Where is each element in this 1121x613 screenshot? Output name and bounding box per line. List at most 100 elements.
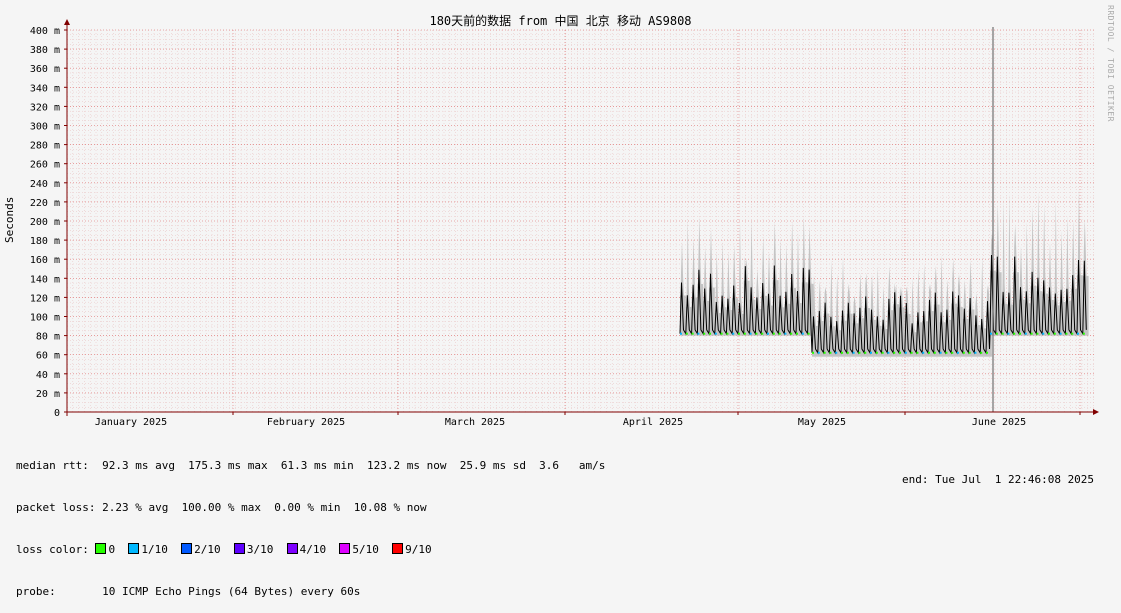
loss-color-text: 5/10 bbox=[352, 543, 393, 556]
loss-marker bbox=[864, 351, 867, 354]
loss-marker bbox=[807, 332, 810, 335]
loss-marker bbox=[846, 351, 849, 354]
loss-marker bbox=[835, 351, 838, 354]
loss-marker bbox=[858, 351, 861, 354]
loss-color-line: loss color: 0 1/10 2/10 3/10 4/10 5/10 9… bbox=[16, 543, 605, 557]
loss-color-swatch bbox=[286, 543, 298, 554]
loss-marker bbox=[974, 351, 977, 354]
y-tick-label: 220 m bbox=[30, 198, 60, 209]
x-tick-label: March 2025 bbox=[445, 417, 505, 428]
loss-marker bbox=[680, 332, 682, 335]
loss-color-text: 3/10 bbox=[246, 543, 287, 556]
packet-loss-line: packet loss: 2.23 % avg 100.00 % max 0.0… bbox=[16, 501, 427, 514]
y-tick-label: 80 m bbox=[36, 332, 60, 343]
y-axis-ticks: 0 20 m 40 m 60 m 80 m 100 m 120 m 140 m 160 m 180… bbox=[30, 26, 67, 419]
y-tick-label: 180 m bbox=[30, 236, 60, 247]
x-axis-arrow bbox=[1093, 409, 1099, 415]
loss-marker bbox=[761, 332, 764, 335]
loss-color-item: 5/10 bbox=[339, 543, 392, 556]
loss-marker bbox=[817, 351, 820, 354]
y-tick-label: 340 m bbox=[30, 83, 60, 94]
loss-marker bbox=[732, 332, 735, 335]
loss-marker bbox=[1019, 332, 1021, 335]
loss-marker bbox=[893, 351, 896, 354]
loss-marker bbox=[995, 332, 998, 335]
y-tick-label: 380 m bbox=[30, 45, 60, 56]
loss-color-swatch bbox=[392, 543, 404, 554]
loss-marker bbox=[685, 332, 688, 335]
y-tick-label: 200 m bbox=[30, 217, 60, 228]
y-tick-label: 0 bbox=[54, 408, 60, 419]
loss-marker bbox=[749, 332, 752, 335]
loss-marker bbox=[904, 351, 907, 354]
loss-color-item: 3/10 bbox=[233, 543, 287, 556]
loss-color-item: 0 bbox=[95, 543, 128, 556]
loss-color-swatch bbox=[181, 543, 193, 554]
loss-marker bbox=[743, 332, 746, 335]
loss-marker bbox=[796, 332, 798, 335]
loss-marker bbox=[881, 351, 884, 354]
loss-marker bbox=[1059, 332, 1062, 335]
y-tick-label: 280 m bbox=[30, 141, 60, 152]
loss-marker bbox=[875, 351, 878, 354]
loss-marker bbox=[899, 351, 901, 354]
x-tick-label: May 2025 bbox=[798, 417, 846, 428]
loss-color-text: 1/10 bbox=[141, 543, 182, 556]
x-tick-label: February 2025 bbox=[267, 417, 345, 428]
loss-marker bbox=[1007, 332, 1010, 335]
y-tick-label: 320 m bbox=[30, 102, 60, 113]
y-tick-label: 240 m bbox=[30, 179, 60, 190]
loss-marker bbox=[990, 332, 992, 335]
loss-marker bbox=[1065, 332, 1068, 335]
loss-marker bbox=[726, 332, 729, 335]
x-tick-label: January 2025 bbox=[95, 417, 167, 428]
loss-marker bbox=[812, 351, 814, 354]
y-tick-label: 60 m bbox=[36, 351, 60, 362]
loss-marker bbox=[703, 332, 706, 335]
loss-marker bbox=[1082, 332, 1085, 335]
probe-line: probe: 10 ICMP Echo Pings (64 Bytes) eve… bbox=[16, 585, 361, 598]
chart-title: 180天前的数据 from 中国 北京 移动 AS9808 bbox=[429, 14, 692, 28]
stats-legend: median rtt: 92.3 ms avg 175.3 ms max 61.… bbox=[16, 431, 605, 613]
loss-marker bbox=[957, 351, 959, 354]
loss-marker bbox=[939, 351, 942, 354]
loss-marker bbox=[714, 332, 717, 335]
loss-marker bbox=[945, 351, 948, 354]
loss-marker bbox=[1030, 332, 1033, 335]
loss-marker bbox=[916, 351, 919, 354]
rrdtool-watermark: RRDTOOL / TOBI OETIKER bbox=[1106, 5, 1115, 122]
y-axis-label: Seconds bbox=[3, 196, 16, 243]
loss-marker bbox=[778, 332, 781, 335]
loss-color-item: 4/10 bbox=[286, 543, 340, 556]
x-tick-label: April 2025 bbox=[623, 417, 683, 428]
loss-color-swatches: 0 1/10 2/10 3/10 4/10 5/10 9/10 bbox=[95, 543, 444, 556]
loss-color-swatch bbox=[128, 543, 140, 554]
loss-color-item: 1/10 bbox=[128, 543, 181, 556]
loss-marker bbox=[841, 351, 843, 354]
x-axis-ticks: January 2025 February 2025 March 2025 April… bbox=[66, 412, 1081, 428]
loss-marker bbox=[691, 332, 694, 335]
loss-marker bbox=[784, 332, 787, 335]
loss-marker bbox=[1024, 332, 1027, 335]
loss-marker bbox=[922, 351, 925, 354]
loss-color-item: 2/10 bbox=[181, 543, 234, 556]
loss-marker bbox=[709, 332, 711, 335]
y-tick-label: 120 m bbox=[30, 293, 60, 304]
loss-marker bbox=[986, 351, 988, 354]
loss-marker bbox=[887, 351, 890, 354]
loss-marker bbox=[720, 332, 723, 335]
loss-marker bbox=[755, 332, 758, 335]
loss-marker bbox=[1013, 332, 1016, 335]
loss-marker bbox=[829, 351, 832, 354]
loss-marker bbox=[1036, 332, 1039, 335]
loss-color-text: 4/10 bbox=[299, 543, 340, 556]
loss-marker bbox=[1071, 332, 1074, 335]
loss-color-text: 9/10 bbox=[405, 543, 445, 556]
loss-marker bbox=[928, 351, 930, 354]
loss-marker bbox=[968, 351, 971, 354]
loss-color-label: loss color: bbox=[16, 543, 96, 556]
loss-color-swatch bbox=[339, 543, 351, 554]
loss-marker bbox=[933, 351, 936, 354]
loss-marker bbox=[1077, 332, 1079, 335]
loss-marker bbox=[738, 332, 740, 335]
